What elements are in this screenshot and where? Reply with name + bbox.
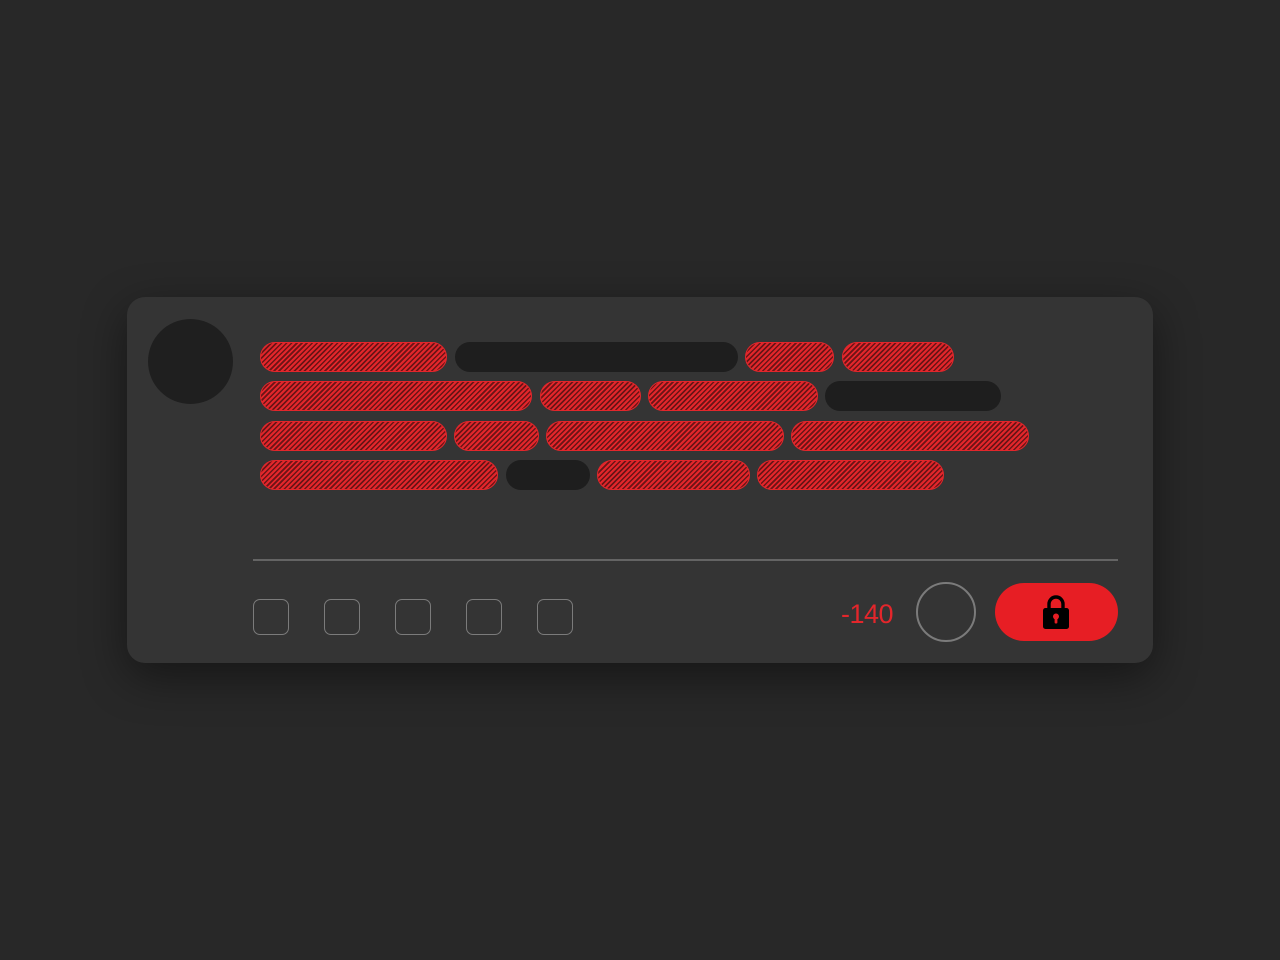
text-token — [260, 421, 447, 451]
text-token — [260, 342, 447, 372]
text-token — [745, 342, 834, 372]
text-token — [260, 460, 498, 490]
post-composer: -140 — [127, 297, 1153, 663]
text-token — [506, 460, 590, 490]
toolbar-icon-5[interactable] — [537, 599, 573, 635]
text-token — [791, 421, 1029, 451]
text-token — [540, 381, 641, 411]
toolbar-icon-1[interactable] — [253, 599, 289, 635]
divider — [253, 559, 1118, 561]
text-token — [260, 381, 532, 411]
text-token — [825, 381, 1001, 411]
lock-icon — [1043, 595, 1069, 629]
toolbar-icon-4[interactable] — [466, 599, 502, 635]
text-token — [455, 342, 738, 372]
text-token — [454, 421, 539, 451]
toolbar-icon-2[interactable] — [324, 599, 360, 635]
toolbar-icon-3[interactable] — [395, 599, 431, 635]
text-token — [757, 460, 944, 490]
text-token — [648, 381, 818, 411]
text-token — [546, 421, 784, 451]
character-counter: -140 — [840, 599, 894, 629]
text-token — [597, 460, 750, 490]
avatar[interactable] — [148, 319, 233, 404]
text-token — [842, 342, 954, 372]
progress-ring — [916, 582, 976, 642]
submit-button-locked[interactable] — [995, 583, 1118, 641]
